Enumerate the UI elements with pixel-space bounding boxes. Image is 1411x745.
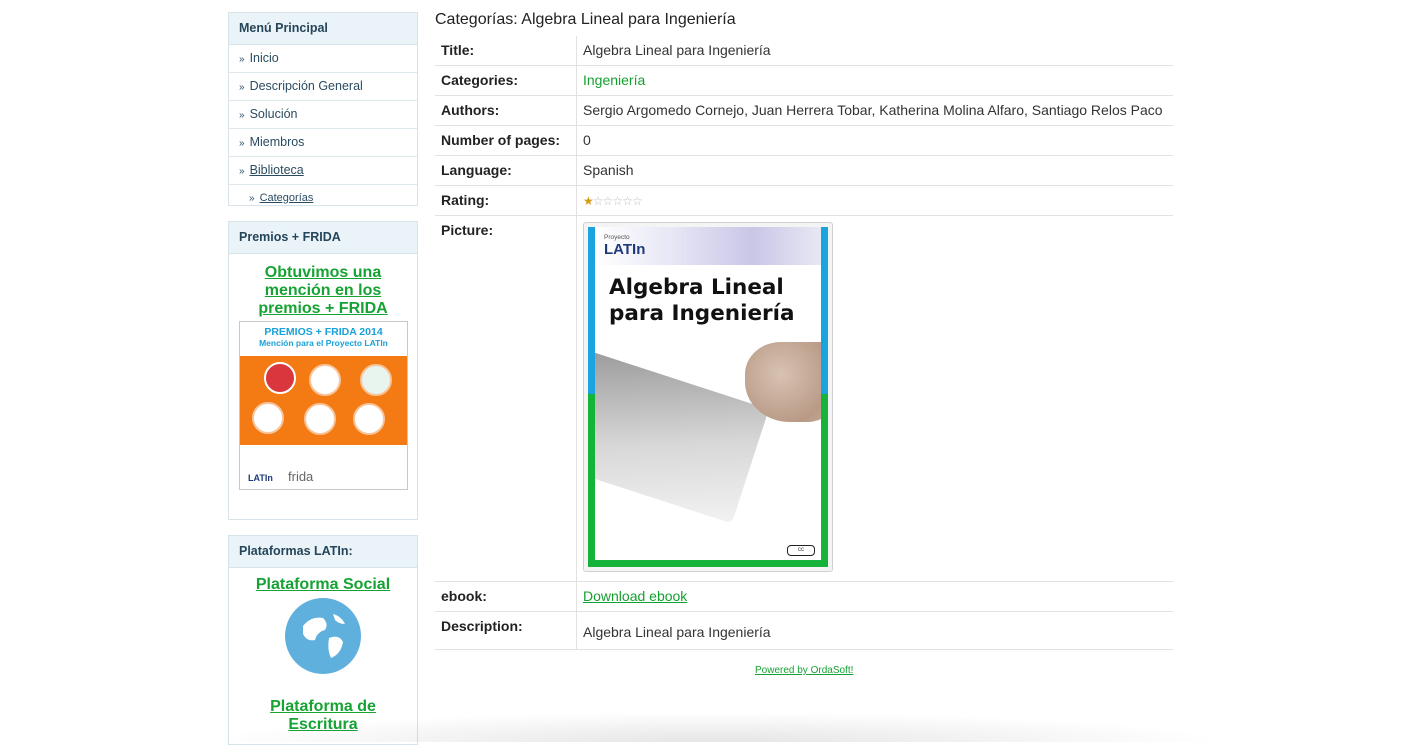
pages-value: 0 <box>576 125 1173 156</box>
frida-award-image[interactable]: PREMIOS + FRIDA 2014 Mención para el Pro… <box>239 321 408 490</box>
table-row: Number of pages: 0 <box>435 125 1173 156</box>
menu-item-solucion[interactable]: » Solución <box>229 101 417 129</box>
powered-by-link[interactable]: Powered by OrdaSoft! <box>755 665 853 676</box>
creative-commons-icon: cc <box>787 545 815 556</box>
page-bottom-shadow <box>200 712 1230 742</box>
picture-label: Picture: <box>435 215 577 582</box>
chevron-right-icon: » <box>239 166 245 177</box>
main-menu-heading: Menú Principal <box>229 13 417 45</box>
plataforma-social-link[interactable]: Plataforma Social <box>229 576 417 594</box>
chevron-right-icon: » <box>249 193 255 204</box>
phone-icon <box>309 364 341 396</box>
frida-logo: frida <box>288 469 314 484</box>
table-row: Picture: Proyecto LATIn Algebra Lineal p… <box>435 215 1173 582</box>
download-ebook-link[interactable]: Download ebook <box>583 588 687 604</box>
menu-item-descripcion[interactable]: » Descripción General <box>229 73 417 101</box>
chevron-right-icon: » <box>239 110 245 121</box>
latin-logo: LATIn <box>248 473 273 483</box>
premios-module: Premios + FRIDA Obtuvimos una mención en… <box>228 221 418 520</box>
category-link[interactable]: Ingeniería <box>583 72 645 88</box>
table-row: Language: Spanish <box>435 155 1173 186</box>
menu-item-inicio[interactable]: » Inicio <box>229 45 417 73</box>
table-row: Description: Algebra Lineal para Ingenie… <box>435 611 1173 650</box>
star-icon[interactable]: ★ <box>583 194 594 208</box>
monitor-icon <box>304 403 336 435</box>
cover-logo-text: LATIn <box>604 241 646 258</box>
pages-label: Number of pages: <box>435 125 577 156</box>
book-cover-image[interactable]: Proyecto LATIn Algebra Lineal para Ingen… <box>583 222 833 572</box>
star-icon[interactable]: ☆ <box>622 194 633 208</box>
title-label: Title: <box>435 36 577 66</box>
cover-title: Algebra Lineal para Ingeniería <box>609 275 795 327</box>
table-row: Title: Algebra Lineal para Ingeniería <box>435 36 1173 66</box>
star-icon[interactable]: ☆ <box>612 194 623 208</box>
menu-item-label: Descripción General <box>249 79 363 93</box>
calculator-illustration <box>595 350 769 524</box>
menu-item-label: Biblioteca <box>249 163 304 177</box>
title-value: Algebra Lineal para Ingeniería <box>576 36 1173 66</box>
chevron-right-icon: » <box>239 138 245 149</box>
ebook-label: ebook: <box>435 581 577 612</box>
language-label: Language: <box>435 155 577 186</box>
rating-stars[interactable]: ★☆☆☆☆☆ <box>583 194 643 208</box>
recycle-icon <box>360 364 392 396</box>
authors-label: Authors: <box>435 95 577 126</box>
rating-label: Rating: <box>435 185 577 216</box>
table-row: Categories: Ingeniería <box>435 65 1173 96</box>
book-details-table: Title: Algebra Lineal para Ingeniería Ca… <box>435 36 1173 650</box>
latin-logo: Proyecto LATIn <box>604 234 646 258</box>
menu-item-categorias[interactable]: » Categorías <box>229 185 417 212</box>
frida-image-title: PREMIOS + FRIDA 2014 <box>264 326 383 338</box>
menu-item-label: Miembros <box>249 135 305 149</box>
authors-value: Sergio Argomedo Cornejo, Juan Herrera To… <box>576 95 1173 126</box>
main-menu-module: Menú Principal » Inicio » Descripción Gene… <box>228 12 418 206</box>
premios-heading: Premios + FRIDA <box>229 222 417 254</box>
menu-item-label: Categorías <box>259 192 314 204</box>
frida-mention-link[interactable]: Obtuvimos una mención en los premios + F… <box>229 264 417 318</box>
page-title: Categorías: Algebra Lineal para Ingenier… <box>435 11 736 28</box>
globe-icon[interactable] <box>285 598 361 674</box>
menu-item-biblioteca[interactable]: » Biblioteca <box>229 157 417 185</box>
star-icon[interactable]: ☆ <box>603 194 614 208</box>
menu-item-label: Solución <box>249 107 298 121</box>
cover-title-line2: para Ingeniería <box>609 301 795 326</box>
chevron-right-icon: » <box>239 54 245 65</box>
cover-header: Proyecto LATIn <box>595 227 821 265</box>
menu-item-miembros[interactable]: » Miembros <box>229 129 417 157</box>
plataformas-heading: Plataformas LATIn: <box>229 536 417 568</box>
table-row: Rating: ★☆☆☆☆☆ <box>435 185 1173 216</box>
star-icon[interactable]: ☆ <box>593 194 604 208</box>
table-row: Authors: Sergio Argomedo Cornejo, Juan H… <box>435 95 1173 126</box>
document-icon <box>353 403 385 435</box>
star-icon[interactable]: ☆ <box>632 194 643 208</box>
chevron-right-icon: » <box>239 82 245 93</box>
cover-title-line1: Algebra Lineal <box>609 275 784 300</box>
language-value: Spanish <box>576 155 1173 186</box>
books-icon <box>252 402 284 434</box>
table-row: ebook: Download ebook <box>435 581 1173 612</box>
description-label: Description: <box>435 611 577 650</box>
description-value: Algebra Lineal para Ingeniería <box>576 611 1173 650</box>
frida-icons-panel <box>240 356 407 445</box>
menu-item-label: Inicio <box>249 51 279 65</box>
categories-label: Categories: <box>435 65 577 96</box>
frida-image-subtitle: Mención para el Proyecto LATIn <box>259 338 388 348</box>
download-icon <box>264 362 296 394</box>
